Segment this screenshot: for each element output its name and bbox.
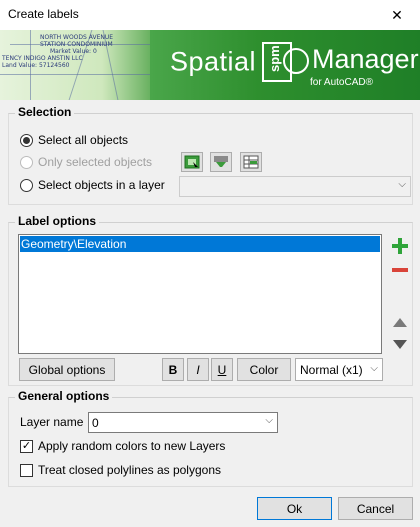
map-label: STATION CONDOMINIUM	[40, 41, 113, 48]
treat-closed-polylines-checkbox[interactable]	[20, 463, 33, 477]
layer-name-value: 0	[92, 416, 99, 430]
move-down-button[interactable]	[390, 335, 410, 355]
globe-icon	[283, 48, 309, 74]
list-item[interactable]: Geometry\Elevation	[20, 236, 380, 252]
map-label: NORTH WOODS AVENUE	[40, 34, 114, 41]
layer-name-label: Layer name	[20, 415, 84, 429]
radio-label: Select all objects	[38, 133, 129, 147]
radio-button	[20, 155, 33, 169]
layer-name-combo[interactable]: 0 ⌵	[88, 412, 278, 433]
general-options-title: General options	[15, 389, 113, 403]
color-button[interactable]: Color	[237, 358, 291, 381]
chevron-down-icon: ⌵	[370, 363, 378, 374]
apply-random-colors-label: Apply random colors to new Layers	[38, 439, 226, 453]
brand-name-right: Manager	[312, 44, 419, 74]
bold-button[interactable]: B	[162, 358, 184, 381]
window-title: Create labels	[8, 7, 79, 21]
global-options-button[interactable]: Global options	[19, 358, 115, 381]
brand-logo: Spatial spm	[170, 42, 295, 82]
brand-name-left: Spatial	[170, 46, 257, 77]
map-label: Land Value: 57124560	[2, 62, 70, 69]
treat-closed-polylines-option[interactable]: Treat closed polylines as polygons	[20, 463, 221, 477]
radio-button[interactable]	[20, 178, 33, 192]
radio-select-all[interactable]: Select all objects	[20, 133, 128, 147]
map-label: TENCY INDIGO ANSTIN LLC	[2, 55, 83, 62]
cancel-button[interactable]: Cancel	[338, 497, 413, 520]
radio-button[interactable]	[20, 133, 33, 147]
map-thumbnail: NORTH WOODS AVENUE STATION CONDOMINIUM M…	[0, 30, 170, 100]
label-options-title: Label options	[15, 214, 99, 228]
remove-icon	[392, 268, 408, 272]
radio-only-selected: Only selected objects	[20, 155, 152, 169]
title-bar: Create labels ✕	[0, 0, 420, 30]
filter-select-button[interactable]	[210, 152, 232, 172]
label-size-select[interactable]: Normal (x1) ⌵	[295, 358, 383, 381]
map-label: Market Value: 0	[50, 48, 97, 55]
move-up-button[interactable]	[390, 312, 410, 332]
close-icon[interactable]: ✕	[374, 0, 420, 30]
map-labels: NORTH WOODS AVENUE STATION CONDOMINIUM M…	[2, 34, 114, 69]
selection-title: Selection	[15, 105, 75, 119]
chevron-down-icon: ⌵	[265, 415, 273, 426]
brand-banner: NORTH WOODS AVENUE STATION CONDOMINIUM M…	[0, 30, 420, 100]
italic-button[interactable]: I	[187, 358, 209, 381]
ok-button[interactable]: Ok	[257, 497, 332, 520]
add-icon	[392, 238, 408, 254]
spm-logo-text: spm	[267, 45, 283, 72]
apply-random-colors-option[interactable]: ✓ Apply random colors to new Layers	[20, 439, 225, 453]
table-select-icon	[243, 155, 259, 169]
layer-select: ⌵	[179, 176, 411, 197]
table-select-button[interactable]	[240, 152, 262, 172]
radio-label: Only selected objects	[38, 155, 153, 169]
apply-random-colors-checkbox[interactable]: ✓	[20, 439, 33, 453]
label-fields-list[interactable]: Geometry\Elevation	[18, 234, 382, 354]
brand-subtitle: for AutoCAD®	[310, 77, 373, 88]
filter-select-icon	[214, 156, 228, 167]
radio-label: Select objects in a layer	[38, 178, 165, 192]
label-size-value: Normal (x1)	[300, 363, 363, 377]
move-down-icon	[393, 340, 407, 349]
remove-field-button[interactable]	[390, 260, 410, 280]
add-field-button[interactable]	[390, 236, 410, 256]
treat-closed-polylines-label: Treat closed polylines as polygons	[38, 463, 221, 477]
radio-select-in-layer[interactable]: Select objects in a layer	[20, 178, 165, 192]
move-up-icon	[393, 318, 407, 327]
chevron-down-icon: ⌵	[398, 179, 406, 190]
select-window-icon	[184, 155, 200, 169]
underline-button[interactable]: U	[211, 358, 233, 381]
select-window-button[interactable]	[181, 152, 203, 172]
